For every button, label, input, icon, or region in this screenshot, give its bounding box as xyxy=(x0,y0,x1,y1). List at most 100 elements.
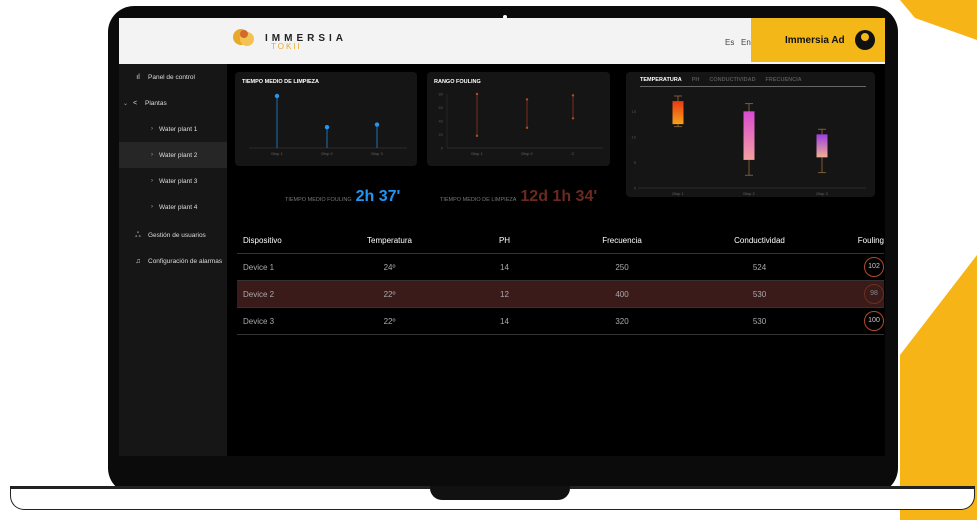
sidebar-item-water-plant-1[interactable]: › Water plant 1 xyxy=(119,116,227,142)
sidebar-item-water-plant-2[interactable]: › Water plant 2 xyxy=(119,142,227,168)
app-screen: IMMERSIA TOKII Es En Immersia Ad ıl Pane… xyxy=(119,18,885,456)
sidebar-item-label: Water plant 1 xyxy=(159,125,198,133)
sidebar-item-label: Gestión de usuarios xyxy=(148,231,206,239)
y-tick-label: 15 xyxy=(632,109,637,114)
chevron-right-icon: › xyxy=(151,126,153,132)
chevron-right-icon: › xyxy=(151,152,153,158)
metric-limpieza: TIEMPO MEDIO DE LIMPIEZA 12d 1h 34' xyxy=(440,188,597,206)
x-tick-label: Disp 2 xyxy=(743,191,755,196)
y-tick-label: 60 xyxy=(439,105,444,110)
col-fouling[interactable]: Fouling xyxy=(842,236,884,245)
range-min-point xyxy=(475,134,479,138)
cell-fouling: 100 xyxy=(842,311,884,331)
sidebar-item-water-plant-3[interactable]: › Water plant 3 xyxy=(119,168,227,194)
y-tick-label: 0 xyxy=(634,186,637,191)
sidebar-item-label: Water plant 2 xyxy=(159,151,198,159)
cell-frecuencia: 250 xyxy=(615,262,629,272)
cell-temperatura: 22º xyxy=(383,289,396,299)
user-name: Immersia Ad xyxy=(785,34,845,46)
laptop-notch xyxy=(430,486,570,500)
cell-temperatura: 22º xyxy=(383,316,396,326)
sidebar-item-label: Plantas xyxy=(145,99,167,107)
cell-ph: 14 xyxy=(500,316,509,326)
fouling-badge: 98 xyxy=(864,284,884,304)
sidebar-item-plantas[interactable]: ⌄ < Plantas xyxy=(119,90,227,116)
cell-temperatura: 24º xyxy=(383,262,396,272)
table-row[interactable]: Device 3 22º 14 320 530 100 xyxy=(237,308,884,335)
chevron-right-icon: › xyxy=(151,178,153,184)
sidebar-item-label: Water plant 3 xyxy=(159,177,198,185)
fouling-badge: 100 xyxy=(864,311,884,331)
x-tick-label: Disp 3 xyxy=(371,151,383,156)
sidebar-item-usuarios[interactable]: ஃ Gestión de usuarios xyxy=(119,222,227,248)
share-icon: < xyxy=(132,99,138,107)
range-max-point xyxy=(571,94,575,97)
lollipop-point xyxy=(374,122,380,127)
box-chart: 0 5 10 15 Disp 1 Disp 2 Disp 3 xyxy=(632,95,866,196)
y-tick-label: 0 xyxy=(441,146,444,151)
cell-device: Device 3 xyxy=(243,316,275,326)
card-limpieza: TIEMPO MEDIO DE LIMPIEZA Disp 1 Disp 2 Dis… xyxy=(235,72,417,166)
range-max-point xyxy=(525,98,529,101)
col-ph[interactable]: PH xyxy=(442,236,567,245)
cell-fouling: 98 xyxy=(842,284,884,304)
y-tick-label: 5 xyxy=(634,160,637,165)
cell-device: Device 2 xyxy=(243,289,275,299)
lollipop-chart: Disp 1 Disp 2 Disp 3 xyxy=(249,93,407,156)
metric-label: TIEMPO MEDIO FOULING xyxy=(285,197,352,203)
x-tick-label: Disp 1 xyxy=(672,191,684,196)
lang-en[interactable]: En xyxy=(741,38,751,47)
range-max-point xyxy=(475,92,479,96)
stage: IMMERSIA TOKII Es En Immersia Ad ıl Pane… xyxy=(0,0,977,520)
range-min-point xyxy=(525,126,529,129)
devices-table: Dispositivo Temperatura PH Frecuencia Co… xyxy=(237,228,884,335)
metric-fouling: TIEMPO MEDIO FOULING 2h 37' xyxy=(285,188,400,206)
sidebar-item-water-plant-4[interactable]: › Water plant 4 xyxy=(119,194,227,220)
range-min-point xyxy=(571,117,575,120)
lollipop-point xyxy=(274,93,280,99)
avatar-icon xyxy=(854,30,875,50)
sidebar-item-alarmas[interactable]: ♫ Configuración de alarmas xyxy=(119,248,227,274)
card-rango-fouling: RANGO FOULING 0 20 40 60 80 Disp 1 Disp 2C xyxy=(427,72,610,166)
x-tick-label: Disp 1 xyxy=(471,151,483,156)
chevron-down-icon: ⌄ xyxy=(123,100,129,107)
sidebar: ıl Panel de control ⌄ < Plantas › Water … xyxy=(119,64,227,456)
user-menu[interactable]: Immersia Ad xyxy=(751,18,885,62)
col-frecuencia[interactable]: Frecuencia xyxy=(567,236,677,245)
bell-icon: ♫ xyxy=(135,257,141,265)
y-tick-label: 20 xyxy=(439,132,444,137)
box-body xyxy=(672,101,684,125)
table-row[interactable]: Device 2 22º 12 400 530 98 xyxy=(237,281,884,308)
lang-es[interactable]: Es xyxy=(725,38,734,47)
x-tick-label: Disp 2 xyxy=(321,151,333,156)
cell-frecuencia: 400 xyxy=(615,289,629,299)
y-tick-label: 80 xyxy=(439,92,444,97)
x-tick-label: Disp 1 xyxy=(271,151,283,156)
cell-fouling: 102 xyxy=(842,257,884,277)
table-row[interactable]: Device 1 24º 14 250 524 102 xyxy=(237,254,884,281)
top-header: IMMERSIA TOKII Es En Immersia Ad xyxy=(119,18,885,64)
cell-frecuencia: 320 xyxy=(615,316,629,326)
metric-label: TIEMPO MEDIO DE LIMPIEZA xyxy=(440,197,517,203)
col-temperatura[interactable]: Temperatura xyxy=(337,236,442,245)
metric-value: 12d 1h 34' xyxy=(520,188,598,205)
y-tick-label: 40 xyxy=(439,119,444,124)
box-body xyxy=(816,134,828,158)
x-tick-label: Disp 2 xyxy=(521,151,533,156)
lollipop-point xyxy=(324,125,330,130)
cell-conductividad: 530 xyxy=(752,289,767,299)
col-conductividad[interactable]: Conductividad xyxy=(677,236,842,245)
users-icon: ஃ xyxy=(135,231,141,239)
x-tick-label: C xyxy=(572,151,575,156)
box-body xyxy=(743,111,755,160)
logo-mark-icon xyxy=(233,29,254,46)
cell-conductividad: 524 xyxy=(752,262,767,272)
cell-device: Device 1 xyxy=(243,262,275,272)
range-chart: 0 20 40 60 80 Disp 1 Disp 2 C xyxy=(439,92,603,156)
table-header: Dispositivo Temperatura PH Frecuencia Co… xyxy=(237,228,884,254)
cell-ph: 12 xyxy=(500,289,509,299)
col-dispositivo[interactable]: Dispositivo xyxy=(237,236,337,245)
cell-conductividad: 530 xyxy=(752,316,767,326)
bar-chart-icon: ıl xyxy=(136,73,140,81)
sidebar-item-panel[interactable]: ıl Panel de control xyxy=(119,64,227,90)
